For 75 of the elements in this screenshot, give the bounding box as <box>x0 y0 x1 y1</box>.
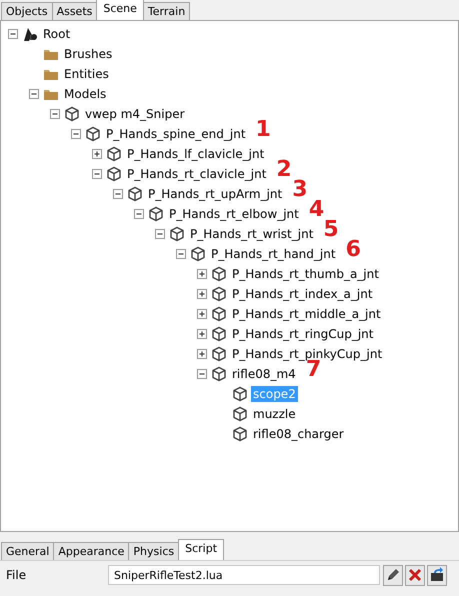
cube-icon <box>64 106 80 122</box>
expand-icon[interactable] <box>194 266 210 282</box>
annotation-number: 4 <box>308 200 324 220</box>
annotation-number: 6 <box>346 240 361 260</box>
cube-icon <box>232 406 248 422</box>
tab[interactable]: Physics <box>128 542 180 560</box>
cube-icon <box>148 206 164 222</box>
tree-item[interactable]: P_Hands_rt_upArm_jnt <box>146 186 284 202</box>
tree-item[interactable]: rifle08_m4 <box>230 366 298 382</box>
tree-item[interactable]: P_Hands_rt_ringCup_jnt <box>230 326 376 342</box>
tree-item[interactable]: P_Hands_rt_pinkyCup_jnt <box>230 346 384 362</box>
tree-item[interactable]: P_Hands_lf_clavicle_jnt <box>125 146 266 162</box>
collapse-icon[interactable] <box>131 206 147 222</box>
collapse-icon[interactable] <box>5 26 21 42</box>
annotation-number: 2 <box>276 160 292 180</box>
collapse-icon[interactable] <box>152 226 168 242</box>
expand-icon[interactable] <box>194 326 210 342</box>
expand-icon[interactable] <box>194 286 210 302</box>
cube-icon <box>190 246 206 262</box>
cube-icon <box>211 266 227 282</box>
cube-icon <box>85 126 101 142</box>
close-icon <box>407 567 423 583</box>
tree-item[interactable]: vwep m4_Sniper <box>83 106 187 122</box>
tab[interactable]: Objects <box>1 2 53 20</box>
tree-item[interactable]: P_Hands_rt_clavicle_jnt <box>125 166 268 182</box>
tab[interactable]: Assets <box>52 2 98 20</box>
cube-icon <box>232 426 248 442</box>
collapse-icon[interactable] <box>110 186 126 202</box>
tree-item[interactable]: P_Hands_rt_wrist_jnt <box>188 226 316 242</box>
tree-item[interactable]: Brushes <box>62 46 114 62</box>
cube-icon <box>211 366 227 382</box>
folder-arrow-icon <box>429 567 445 583</box>
cube-icon <box>127 186 143 202</box>
cube-icon <box>232 386 248 402</box>
tree-item[interactable]: P_Hands_rt_elbow_jnt <box>167 206 301 222</box>
cube-icon <box>211 346 227 362</box>
tab[interactable]: Script <box>178 539 224 560</box>
tree-item[interactable]: P_Hands_rt_middle_a_jnt <box>230 306 383 322</box>
cube-icon <box>211 286 227 302</box>
collapse-icon[interactable] <box>47 106 63 122</box>
expand-icon[interactable] <box>194 306 210 322</box>
cube-icon <box>211 306 227 322</box>
tree-item[interactable]: P_Hands_rt_hand_jnt <box>209 246 338 262</box>
tree-item[interactable]: P_Hands_rt_thumb_a_jnt <box>230 266 381 282</box>
annotation-number: 3 <box>292 180 308 200</box>
tab[interactable]: Appearance <box>53 542 130 560</box>
expand-icon[interactable] <box>89 146 105 162</box>
annotation-number: 7 <box>306 360 322 380</box>
cube-icon <box>211 326 227 342</box>
tree-item[interactable]: muzzle <box>251 406 298 422</box>
annotation-number: 5 <box>323 220 339 240</box>
tree-item[interactable]: Entities <box>62 66 111 82</box>
open-button[interactable] <box>427 564 447 586</box>
cube-icon <box>169 226 185 242</box>
expand-icon[interactable] <box>194 346 210 362</box>
collapse-icon[interactable] <box>68 126 84 142</box>
tree-item[interactable]: P_Hands_spine_end_jnt <box>104 126 248 142</box>
clear-button[interactable] <box>405 564 425 586</box>
tree-item[interactable]: P_Hands_rt_index_a_jnt <box>230 286 375 302</box>
pencil-icon <box>385 567 401 583</box>
cube-icon <box>106 146 122 162</box>
annotation-number: 1 <box>256 120 271 140</box>
file-field[interactable]: SniperRifleTest2.lua <box>108 565 380 585</box>
collapse-icon[interactable] <box>26 86 42 102</box>
edit-button[interactable] <box>383 564 403 586</box>
tree-item[interactable]: rifle08_charger <box>251 426 346 442</box>
tab[interactable]: Scene <box>96 0 144 20</box>
collapse-icon[interactable] <box>173 246 189 262</box>
file-label: File <box>6 568 28 582</box>
tab[interactable]: General <box>1 542 54 560</box>
tree-item[interactable]: Root <box>41 26 72 42</box>
tree-item[interactable]: Models <box>62 86 108 102</box>
tab[interactable]: Terrain <box>142 2 190 20</box>
shapes-icon <box>22 26 38 42</box>
cube-icon <box>106 166 122 182</box>
